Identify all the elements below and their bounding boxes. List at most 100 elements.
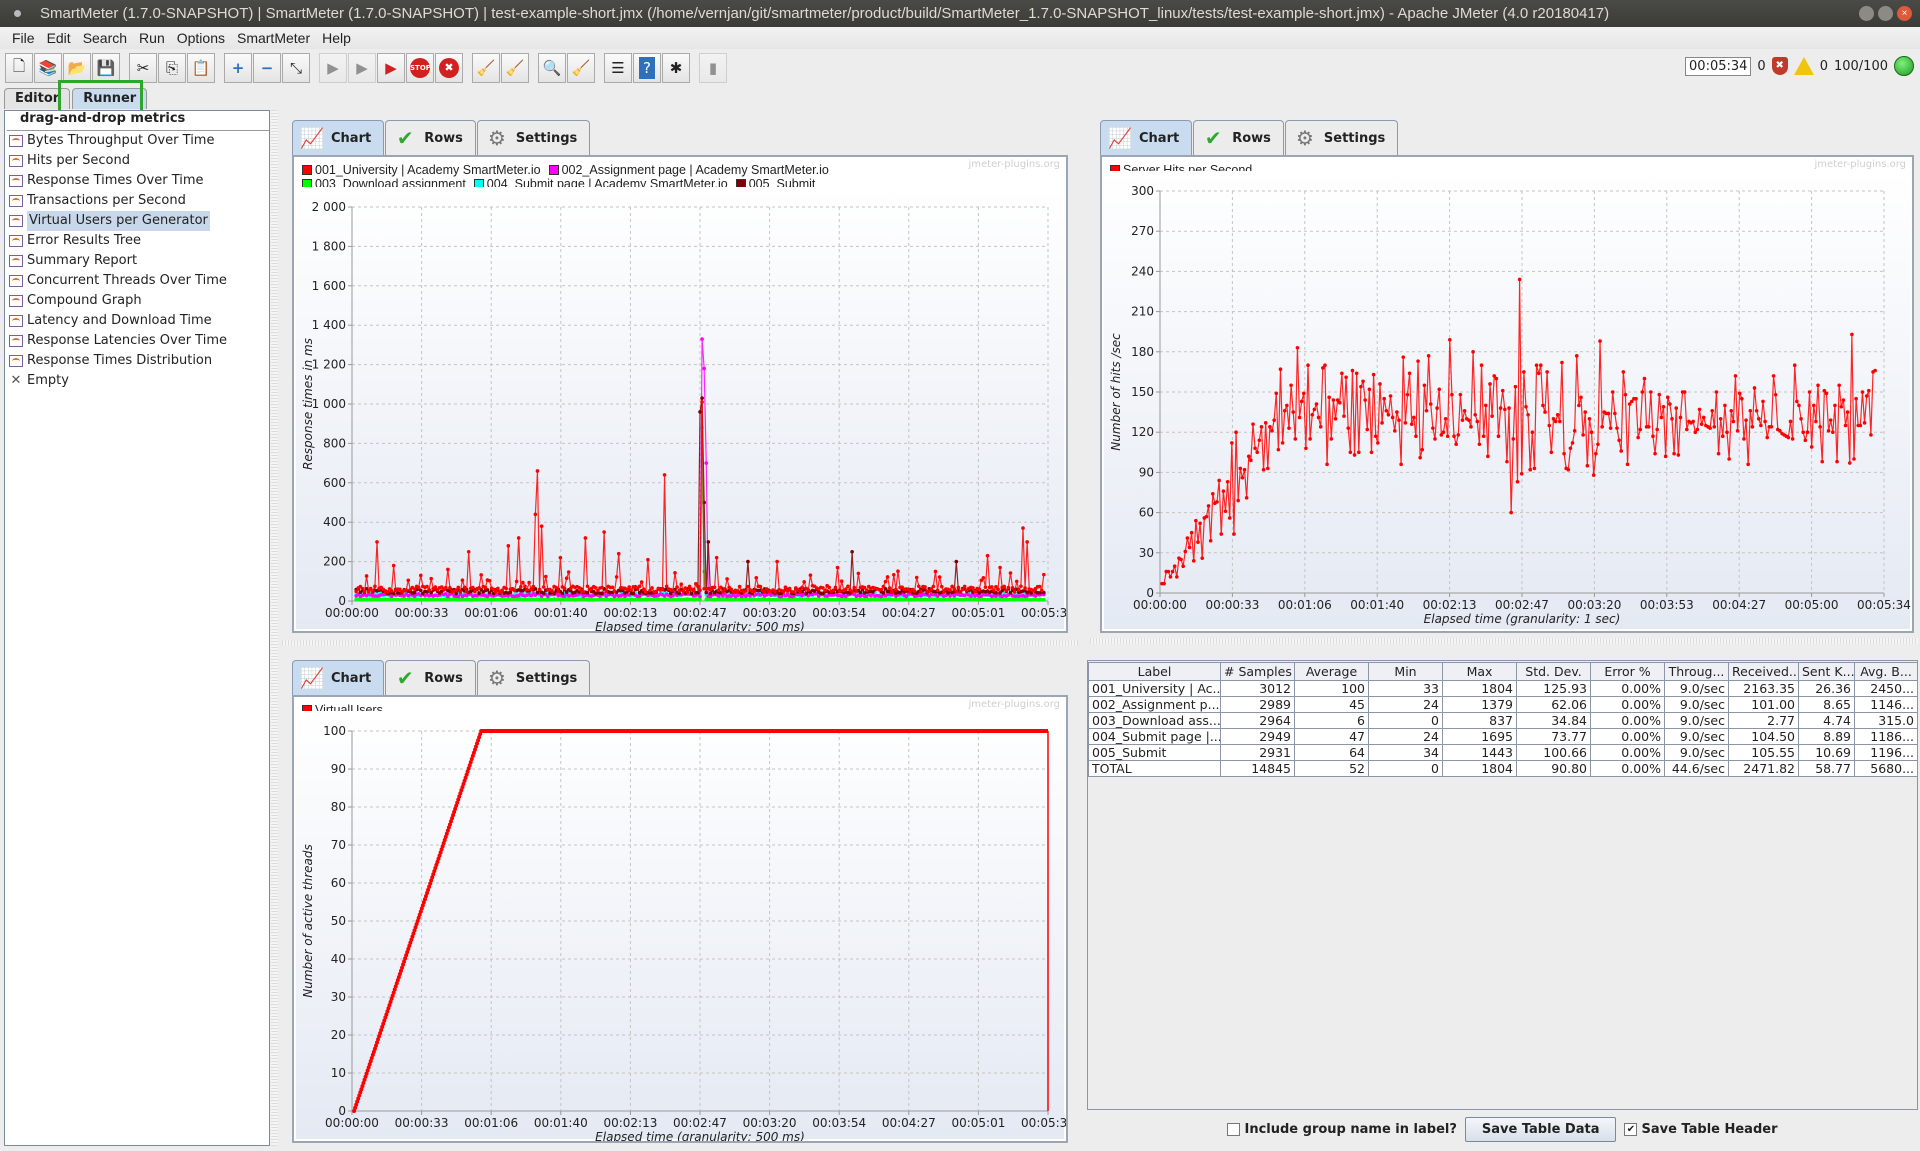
- menu-help[interactable]: Help: [316, 27, 357, 49]
- search-button[interactable]: 🔍: [538, 53, 566, 83]
- tab-settings[interactable]: ⚙ Settings: [476, 660, 591, 695]
- start-no-pause-button[interactable]: ▶: [348, 53, 376, 83]
- copy-button[interactable]: ⎘: [158, 53, 186, 83]
- vertical-splitter[interactable]: [271, 110, 278, 1146]
- tab-chart[interactable]: 📈 Chart: [1100, 120, 1193, 155]
- column-header[interactable]: # Samples: [1220, 662, 1295, 681]
- column-header[interactable]: Min: [1368, 662, 1443, 681]
- column-header[interactable]: Received...: [1728, 662, 1799, 681]
- save-table-data-button[interactable]: Save Table Data: [1464, 1116, 1617, 1142]
- tab-chart[interactable]: 📈 Chart: [292, 120, 385, 155]
- metric-item[interactable]: Concurrent Threads Over Time: [7, 271, 269, 291]
- tab-rows[interactable]: ✔ Rows: [1193, 120, 1284, 155]
- stop-button[interactable]: STOP: [406, 53, 434, 83]
- metric-item[interactable]: Response Times Over Time: [7, 171, 269, 191]
- cut-button[interactable]: ✂: [129, 53, 157, 83]
- save-table-header-checkbox[interactable]: ✔ Save Table Header: [1624, 1122, 1778, 1137]
- menu-smartmeter[interactable]: SmartMeter: [231, 27, 316, 49]
- data-point: [1621, 370, 1626, 374]
- window-menu-icon[interactable]: [14, 10, 21, 17]
- horizontal-splitter-right[interactable]: [1090, 638, 1918, 644]
- minimize-button[interactable]: [1859, 6, 1874, 21]
- table-row[interactable]: 001_University | Ac... 3012 100 33 1804 125.9…: [1088, 680, 1918, 697]
- checkmark-icon: ✔: [396, 666, 414, 690]
- templates-button[interactable]: 📚: [34, 53, 62, 83]
- expand-button[interactable]: +: [224, 53, 252, 83]
- metric-item[interactable]: Virtual Users per Generator: [7, 211, 269, 231]
- metric-icon: [9, 135, 23, 147]
- column-header[interactable]: Max: [1442, 662, 1517, 681]
- table-cell: 9.0/sec: [1664, 696, 1729, 713]
- clear-button[interactable]: 🧹: [472, 53, 500, 83]
- log-viewer-button[interactable]: ✱: [662, 53, 690, 83]
- menu-edit[interactable]: Edit: [41, 27, 77, 49]
- column-header[interactable]: Sent K...: [1798, 662, 1855, 681]
- menu-search[interactable]: Search: [77, 27, 133, 49]
- metric-item[interactable]: Compound Graph: [7, 291, 269, 311]
- data-point: [456, 585, 461, 590]
- tab-settings[interactable]: ⚙ Settings: [1284, 120, 1399, 155]
- tab-settings[interactable]: ⚙ Settings: [476, 120, 591, 155]
- column-header[interactable]: Average: [1294, 662, 1369, 681]
- data-point: [992, 588, 996, 592]
- reset-search-button[interactable]: 🧹: [567, 53, 595, 83]
- data-point: [1509, 510, 1513, 515]
- column-header[interactable]: Throug...: [1664, 662, 1729, 681]
- table-cell: 52: [1294, 760, 1369, 777]
- error-shield-icon[interactable]: ✖: [1771, 57, 1788, 75]
- metric-item[interactable]: Response Times Distribution: [7, 351, 269, 371]
- horizontal-splitter-left[interactable]: [282, 640, 1078, 646]
- metric-item[interactable]: Transactions per Second: [7, 191, 269, 211]
- data-point: [1263, 421, 1268, 425]
- table-row[interactable]: 003_Download ass... 2964 6 0 837 34.84 0.00% 9.…: [1088, 712, 1918, 729]
- metric-item[interactable]: ✕ Empty: [7, 371, 269, 391]
- column-header[interactable]: Label: [1088, 662, 1221, 681]
- data-point: [1596, 442, 1600, 447]
- maximize-button[interactable]: [1878, 6, 1893, 21]
- new-button[interactable]: 🗋: [5, 53, 33, 83]
- clear-all-button[interactable]: 🧹: [501, 53, 529, 83]
- save-button[interactable]: 💾: [92, 53, 120, 83]
- data-point: [1006, 585, 1011, 590]
- metric-item[interactable]: Hits per Second: [7, 151, 269, 171]
- table-row[interactable]: 005_Submit 2931 64 34 1443 100.66 0.00% 9.0/sec…: [1088, 744, 1918, 761]
- close-window-button[interactable]: ×: [1897, 6, 1912, 21]
- menu-file[interactable]: File: [6, 27, 41, 49]
- table-row[interactable]: TOTAL 14845 52 0 1804 90.80 0.00% 44.6/sec 2471.…: [1088, 760, 1918, 777]
- column-header[interactable]: Error %: [1590, 662, 1665, 681]
- column-header[interactable]: Std. Dev.: [1516, 662, 1591, 681]
- metric-item[interactable]: Summary Report: [7, 251, 269, 271]
- data-point: [704, 461, 709, 465]
- menu-options[interactable]: Options: [171, 27, 231, 49]
- metric-item[interactable]: Response Latencies Over Time: [7, 331, 269, 351]
- tab-rows[interactable]: ✔ Rows: [385, 120, 476, 155]
- remote-start-button[interactable]: ▶: [377, 53, 405, 83]
- warning-icon[interactable]: [1793, 57, 1814, 75]
- metric-item[interactable]: Bytes Throughput Over Time: [7, 131, 269, 151]
- include-group-checkbox[interactable]: Include group name in label?: [1227, 1122, 1457, 1137]
- table-row[interactable]: 004_Submit page |... 2949 47 24 1695 73.77 0.0…: [1088, 728, 1918, 745]
- paste-button[interactable]: 📋: [187, 53, 215, 83]
- tab-rows[interactable]: ✔ Rows: [385, 660, 476, 695]
- toggle-button[interactable]: ⤡: [282, 53, 310, 83]
- report-button[interactable]: ▮: [699, 53, 727, 83]
- open-button[interactable]: 📂: [63, 53, 91, 83]
- tab-chart[interactable]: 📈 Chart: [292, 660, 385, 695]
- virtual-users-pane: 📈 Chart ✔ Rows ⚙ Settings jmeter-plugins.or…: [288, 660, 1072, 1150]
- metric-item[interactable]: Error Results Tree: [7, 231, 269, 251]
- table-row[interactable]: 002_Assignment p... 2989 45 24 1379 62.06 0.00…: [1088, 696, 1918, 713]
- data-point: [1255, 450, 1260, 455]
- help-button[interactable]: ?: [633, 53, 661, 83]
- data-point: [1433, 437, 1437, 441]
- data-point: [429, 576, 433, 581]
- column-header[interactable]: Avg. B...: [1854, 662, 1918, 681]
- menu-run[interactable]: Run: [133, 27, 171, 49]
- data-point: [1712, 425, 1717, 429]
- data-point: [1308, 437, 1312, 441]
- metric-item[interactable]: Latency and Download Time: [7, 311, 269, 331]
- start-button[interactable]: ▶: [319, 53, 347, 83]
- shutdown-button[interactable]: ✖: [435, 53, 463, 83]
- function-helper-button[interactable]: ☰: [604, 53, 632, 83]
- data-point: [1545, 370, 1549, 374]
- collapse-button[interactable]: −: [253, 53, 281, 83]
